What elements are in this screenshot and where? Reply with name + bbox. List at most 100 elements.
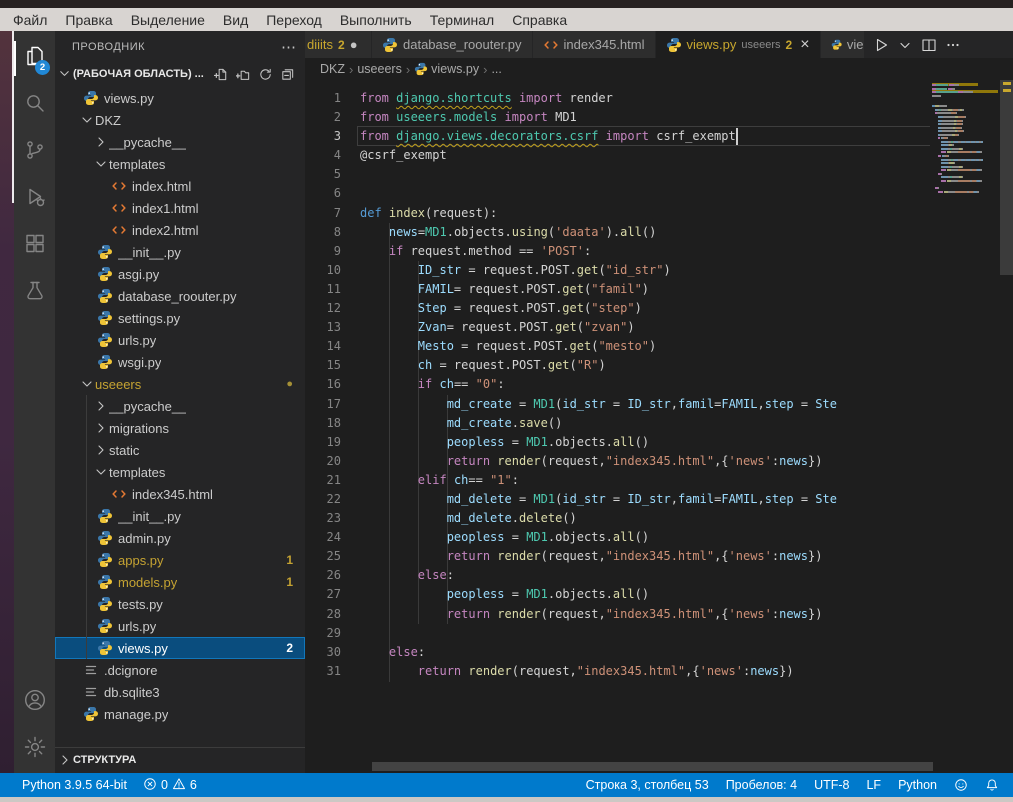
collapse-all-icon[interactable] [278,65,297,84]
tree-item-index1.html[interactable]: index1.html [55,197,305,219]
code-line-13[interactable]: Zvan= request.POST.get("zvan") [360,318,837,337]
activity-testing[interactable] [14,270,55,317]
code-line-6[interactable] [360,184,837,203]
tree-item-views.py[interactable]: views.py2 [55,637,305,659]
code-line-15[interactable]: ch = request.POST.get("R") [360,356,837,375]
code-line-8[interactable]: news=MD1.objects.using('daata').all() [360,223,837,242]
activity-source-control[interactable] [14,129,55,176]
horizontal-scrollbar-thumb[interactable] [372,762,933,771]
code-line-27[interactable]: peopless = MD1.objects.all() [360,585,837,604]
refresh-icon[interactable] [256,65,275,84]
status-item-0[interactable]: Строка 3, столбец 53 [586,778,709,792]
run-icon[interactable] [871,34,892,56]
menu-item-1[interactable]: Правка [56,12,121,28]
breadcrumb-item-...[interactable]: ... [491,62,501,76]
code-line-12[interactable]: Step = request.POST.get("step") [360,299,837,318]
new-folder-icon[interactable] [234,65,253,84]
activity-search[interactable] [14,82,55,129]
code-line-21[interactable]: elif ch== "1": [360,471,837,490]
tree-item-wsgi.py[interactable]: wsgi.py [55,351,305,373]
tree-item-.dcignore[interactable]: .dcignore [55,659,305,681]
tree-item-manage.py[interactable]: manage.py [55,703,305,725]
code-line-30[interactable]: else: [360,643,837,662]
tree-item-useeers[interactable]: useeers● [55,373,305,395]
split-editor-icon[interactable] [919,34,940,56]
tree-item-admin.py[interactable]: admin.py [55,527,305,549]
menu-item-5[interactable]: Выполнить [331,12,421,28]
tab-database_roouter.py[interactable]: database_roouter.py [372,31,533,58]
code-line-25[interactable]: return render(request,"index345.html",{'… [360,547,837,566]
code-line-22[interactable]: md_delete = MD1(id_str = ID_str,famil=FA… [360,490,837,509]
tree-item-__pycache__[interactable]: __pycache__ [55,131,305,153]
status-item-2[interactable]: UTF-8 [814,778,849,792]
activity-extensions[interactable] [14,223,55,270]
workspace-section-header[interactable]: (РАБОЧАЯ ОБЛАСТЬ) ... [55,63,305,85]
horizontal-scrollbar[interactable] [372,762,933,771]
breadcrumb-item-DKZ[interactable]: DKZ [320,62,345,76]
status-item-1[interactable]: Пробелов: 4 [726,778,797,792]
code-line-26[interactable]: else: [360,566,837,585]
new-file-icon[interactable] [212,65,231,84]
tree-item-tests.py[interactable]: tests.py [55,593,305,615]
run-dropdown-icon[interactable] [895,34,916,56]
outline-section-header[interactable]: СТРУКТУРА [55,747,305,771]
tree-item-__init__.py[interactable]: __init__.py [55,505,305,527]
tab-index345.html[interactable]: index345.html [533,31,656,58]
minimap[interactable] [930,80,1000,400]
more-actions-icon[interactable] [943,34,964,56]
code-line-17[interactable]: md_create = MD1(id_str = ID_str,famil=FA… [360,395,837,414]
code-line-24[interactable]: peopless = MD1.objects.all() [360,528,837,547]
code-line-16[interactable]: if ch== "0": [360,375,837,394]
python-interpreter-status[interactable]: Python 3.9.5 64-bit [22,778,127,792]
tree-item-db.sqlite3[interactable]: db.sqlite3 [55,681,305,703]
status-item-3[interactable]: LF [866,778,881,792]
breadcrumb-item-views.py[interactable]: views.py [414,62,479,76]
tab-diiits[interactable]: diiits2● [305,31,372,58]
bell-icon[interactable] [985,778,999,792]
code-line-7[interactable]: def index(request): [360,204,837,223]
code-line-14[interactable]: Mesto = request.POST.get("mesto") [360,337,837,356]
tree-item-models.py[interactable]: models.py1 [55,571,305,593]
menu-item-2[interactable]: Выделение [122,12,214,28]
code-line-5[interactable] [360,165,837,184]
feedback-icon[interactable] [954,778,968,792]
menu-item-6[interactable]: Терминал [421,12,503,28]
tree-item-index345.html[interactable]: index345.html [55,483,305,505]
tree-item-templates[interactable]: templates [55,153,305,175]
tree-item-index.html[interactable]: index.html [55,175,305,197]
code-line-28[interactable]: return render(request,"index345.html",{'… [360,605,837,624]
tree-item-__pycache__[interactable]: __pycache__ [55,395,305,417]
tree-item-DKZ[interactable]: DKZ [55,109,305,131]
code-line-1[interactable]: from django.shortcuts import render [360,89,837,108]
tree-item-asgi.py[interactable]: asgi.py [55,263,305,285]
tree-item-apps.py[interactable]: apps.py1 [55,549,305,571]
activity-settings[interactable] [14,726,55,773]
vertical-scrollbar-thumb[interactable] [1000,80,1013,275]
tree-item-static[interactable]: static [55,439,305,461]
activity-run-debug[interactable] [14,176,55,223]
breadcrumb-item-useeers[interactable]: useeers [357,62,401,76]
status-item-4[interactable]: Python [898,778,937,792]
code-line-20[interactable]: return render(request,"index345.html",{'… [360,452,837,471]
code-line-9[interactable]: if request.method == 'POST': [360,242,837,261]
code-line-3[interactable]: from django.views.decorators.csrf import… [360,127,837,146]
menu-item-0[interactable]: Файл [4,12,56,28]
close-icon[interactable]: × [800,37,809,53]
code-line-10[interactable]: ID_str = request.POST.get("id_str") [360,261,837,280]
tree-item-templates[interactable]: templates [55,461,305,483]
tab-vie[interactable]: vie [821,31,865,58]
tree-item-migrations[interactable]: migrations [55,417,305,439]
problems-status[interactable]: 06 [143,777,197,794]
tree-item-settings.py[interactable]: settings.py [55,307,305,329]
menu-item-7[interactable]: Справка [503,12,576,28]
tree-item-views.py[interactable]: views.py [55,87,305,109]
tree-item-index2.html[interactable]: index2.html [55,219,305,241]
vertical-scrollbar[interactable] [1000,80,1013,773]
menu-item-4[interactable]: Переход [257,12,331,28]
code-line-18[interactable]: md_create.save() [360,414,837,433]
tree-item-urls.py[interactable]: urls.py [55,615,305,637]
code-line-19[interactable]: peopless = MD1.objects.all() [360,433,837,452]
tree-item-urls.py[interactable]: urls.py [55,329,305,351]
code-line-11[interactable]: FAMIL= request.POST.get("famil") [360,280,837,299]
sidebar-more-actions-icon[interactable]: ⋯ [281,38,297,56]
